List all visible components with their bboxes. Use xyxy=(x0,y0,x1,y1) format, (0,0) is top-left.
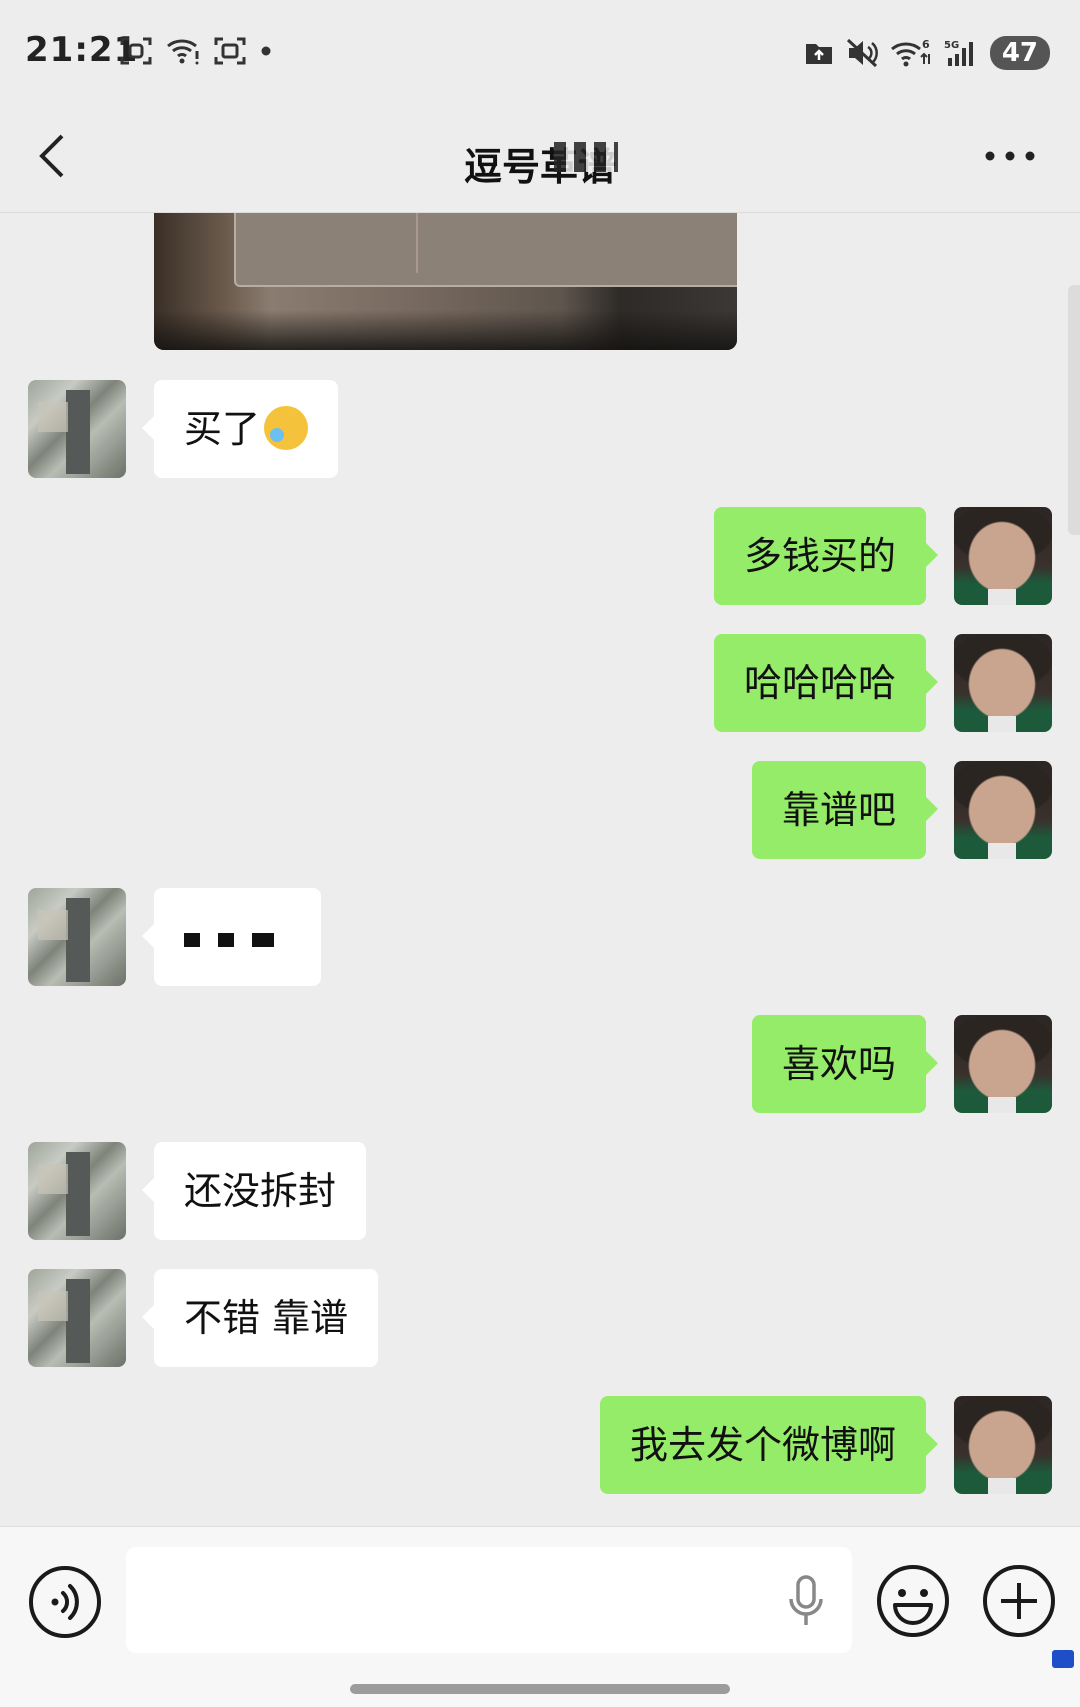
message-row xyxy=(0,888,1080,986)
message-text: 不错 靠谱 xyxy=(184,1296,349,1340)
message-bubble[interactable]: 靠谱吧 xyxy=(751,761,939,859)
photo-shade xyxy=(154,310,737,350)
message-row: 喜欢吗 xyxy=(0,1015,1080,1113)
upload-badge-icon xyxy=(1052,1650,1074,1668)
scrollbar[interactable] xyxy=(1068,285,1080,535)
scan-icon xyxy=(120,37,152,65)
message-text: 我去发个微博啊 xyxy=(629,1423,896,1467)
chat-message-list[interactable]: 买了 多钱买的 哈哈哈哈 靠谱吧 喜欢吗 还没拆封 不错 靠谱 我去发个微博啊 xyxy=(0,213,1080,1525)
image-message[interactable] xyxy=(154,213,737,350)
message-row: 哈哈哈哈 xyxy=(0,634,1080,732)
message-bubble-redacted[interactable] xyxy=(142,888,321,986)
status-bar: 21:21 6 5G 47 xyxy=(0,0,1080,100)
message-row: 多钱买的 xyxy=(0,507,1080,605)
wifi-warning-icon xyxy=(167,39,199,65)
smiley-icon[interactable] xyxy=(875,1563,951,1639)
message-row: 买了 xyxy=(0,380,1080,478)
message-bubble[interactable]: 不错 靠谱 xyxy=(141,1269,379,1367)
chat-header: 逗号革谱 xyxy=(0,100,1080,213)
avatar[interactable] xyxy=(954,761,1052,859)
avatar[interactable] xyxy=(28,380,126,478)
message-text: 多钱买的 xyxy=(743,534,896,578)
microphone-icon[interactable] xyxy=(786,1573,826,1629)
dot-icon xyxy=(261,46,271,56)
message-row: 我去发个微博啊 xyxy=(0,1396,1080,1494)
avatar[interactable] xyxy=(954,1015,1052,1113)
home-indicator[interactable] xyxy=(350,1684,730,1694)
mute-icon xyxy=(846,38,878,68)
chat-title-text: 逗号革谱 xyxy=(464,136,619,191)
svg-text:6: 6 xyxy=(922,38,930,51)
wifi-6-icon: 6 xyxy=(890,38,930,67)
folder-upload-icon xyxy=(805,44,832,64)
photo-laptop-trackpad xyxy=(234,213,737,287)
message-row: 靠谱吧 xyxy=(0,761,1080,859)
crying-laughing-emoji-icon xyxy=(264,405,309,450)
avatar[interactable] xyxy=(954,634,1052,732)
battery-icon: 47 xyxy=(989,36,1050,70)
input-bar xyxy=(0,1526,1080,1707)
avatar[interactable] xyxy=(28,1269,126,1367)
photo-divider xyxy=(416,213,418,273)
avatar[interactable] xyxy=(954,507,1052,605)
plus-icon[interactable] xyxy=(981,1563,1057,1639)
avatar[interactable] xyxy=(954,1396,1052,1494)
message-bubble[interactable]: 多钱买的 xyxy=(713,507,939,605)
message-text: 买了 xyxy=(184,407,261,451)
avatar[interactable] xyxy=(28,1142,126,1240)
message-bubble[interactable]: 喜欢吗 xyxy=(751,1015,939,1113)
avatar[interactable] xyxy=(28,888,126,986)
message-row: 不错 靠谱 xyxy=(0,1269,1080,1367)
message-text: 还没拆封 xyxy=(184,1169,337,1213)
chat-title: 逗号革谱 xyxy=(0,136,1080,191)
status-icons-right: 6 5G 47 xyxy=(804,36,1050,70)
message-row: 还没拆封 xyxy=(0,1142,1080,1240)
message-bubble[interactable]: 买了 xyxy=(141,380,339,478)
message-bubble[interactable]: 还没拆封 xyxy=(141,1142,367,1240)
message-text: 哈哈哈哈 xyxy=(743,661,896,705)
message-bubble[interactable]: 哈哈哈哈 xyxy=(713,634,939,732)
voice-icon[interactable] xyxy=(28,1565,102,1639)
status-icons-left xyxy=(120,36,272,66)
more-dots-icon[interactable] xyxy=(980,136,1040,176)
message-text: 喜欢吗 xyxy=(781,1042,896,1086)
message-bubble[interactable]: 我去发个微博啊 xyxy=(599,1396,939,1494)
signal-5g-icon: 5G xyxy=(944,40,973,66)
message-text: 靠谱吧 xyxy=(781,788,896,832)
svg-text:5G: 5G xyxy=(944,40,959,51)
photo-scan-icon xyxy=(214,37,246,65)
message-input[interactable] xyxy=(126,1547,852,1653)
